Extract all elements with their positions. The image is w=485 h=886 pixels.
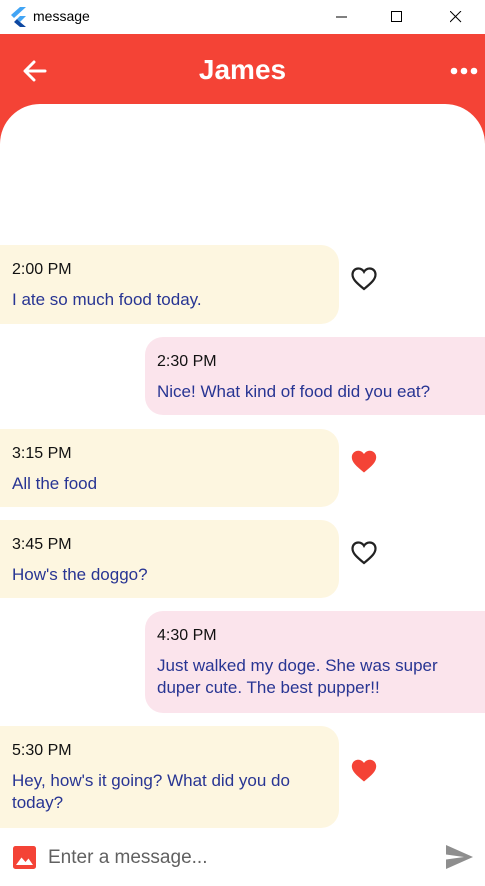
window-title: message: [33, 8, 90, 24]
message-time: 3:45 PM: [12, 536, 72, 553]
send-icon: [446, 845, 473, 869]
message-text: How's the doggo?: [12, 565, 148, 584]
maximize-icon: [391, 11, 402, 22]
message-text: Hey, how's it going? What did you do tod…: [12, 771, 290, 812]
heart-outline-icon: [351, 541, 377, 565]
message-input[interactable]: [48, 842, 428, 874]
message-text: Nice! What kind of food did you eat?: [157, 382, 431, 401]
message-bubble-sent: 2:30 PM Nice! What kind of food did you …: [145, 337, 485, 415]
more-options-button[interactable]: [446, 58, 482, 84]
contact-name: James: [198, 54, 287, 85]
minimize-button[interactable]: [313, 0, 371, 34]
heart-outline-icon: [351, 267, 377, 291]
message-time: 3:15 PM: [12, 445, 72, 462]
send-button[interactable]: [444, 844, 476, 872]
close-icon: [450, 11, 462, 23]
photo-icon: [13, 846, 36, 869]
more-horiz-icon: [450, 67, 478, 75]
message-list[interactable]: 2:00 PM I ate so much food today. 2:30 P…: [0, 104, 485, 886]
heart-filled-icon: [351, 450, 377, 473]
heart-filled-icon: [351, 759, 377, 782]
like-button[interactable]: [349, 265, 379, 293]
message-bubble-received: 2:00 PM I ate so much food today.: [0, 245, 339, 324]
minimize-icon: [336, 16, 347, 18]
like-button[interactable]: [349, 448, 379, 476]
flutter-logo-icon: [11, 7, 26, 27]
maximize-button[interactable]: [368, 0, 426, 34]
message-text: Just walked my doge. She was super duper…: [157, 656, 438, 697]
message-time: 2:30 PM: [157, 353, 217, 370]
message-text: All the food: [12, 474, 98, 493]
like-button[interactable]: [349, 539, 379, 567]
message-text: I ate so much food today.: [12, 290, 202, 309]
close-button[interactable]: [427, 0, 485, 34]
message-bubble-received: 3:45 PM How's the doggo?: [0, 520, 339, 598]
message-composer: [0, 832, 485, 886]
message-bubble-received: 5:30 PM Hey, how's it going? What did yo…: [0, 726, 339, 828]
message-time: 4:30 PM: [157, 627, 217, 644]
message-bubble-sent: 4:30 PM Just walked my doge. She was sup…: [145, 611, 485, 713]
message-bubble-received: 3:15 PM All the food: [0, 429, 339, 507]
photo-button[interactable]: [12, 845, 37, 870]
message-time: 2:00 PM: [12, 261, 72, 278]
like-button[interactable]: [349, 757, 379, 785]
message-time: 5:30 PM: [12, 742, 72, 759]
window-titlebar: message: [0, 0, 485, 34]
